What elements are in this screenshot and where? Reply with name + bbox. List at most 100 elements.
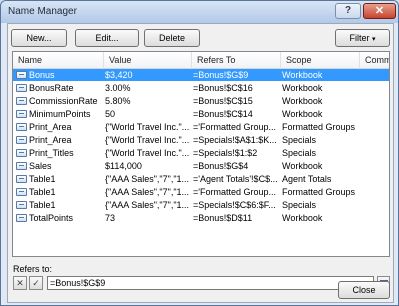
cell-value: 3.00%: [105, 83, 131, 93]
cell-name: MinimumPoints: [29, 109, 91, 119]
named-range-icon: [16, 162, 27, 170]
list-item[interactable]: BonusRate 3.00% =Bonus!$C$16 Workbook: [13, 82, 389, 94]
cell-scope: Workbook: [282, 96, 323, 106]
cell-scope: Workbook: [282, 161, 323, 171]
cell-scope: Workbook: [282, 83, 323, 93]
title-bar: Name Manager ? ✕: [1, 1, 398, 23]
name-manager-window: Name Manager ? ✕ New... Edit... Delete F…: [0, 0, 399, 306]
named-range-icon: [16, 201, 27, 209]
close-button[interactable]: Close: [338, 281, 390, 299]
list-item[interactable]: Print_Titles {"World Travel Inc."... =Spec…: [13, 147, 389, 159]
named-range-icon: [16, 97, 27, 105]
cell-name: Print_Area: [29, 122, 72, 132]
list-item[interactable]: Table1 {"AAA Sales","7","1... ='Agent Tota…: [13, 173, 389, 185]
cell-value: $3,420: [105, 70, 133, 80]
cell-value: {"AAA Sales","7","1...: [105, 200, 190, 210]
new-button[interactable]: New...: [11, 29, 67, 47]
cell-refers-to: =Bonus!$G$4: [193, 161, 249, 171]
window-title: Name Manager: [8, 6, 77, 17]
cell-scope: Workbook: [282, 109, 323, 119]
cell-scope: Agent Totals: [282, 174, 332, 184]
named-range-icon: [16, 188, 27, 196]
cell-value: {"World Travel Inc."...: [105, 122, 190, 132]
cell-name: Print_Titles: [29, 148, 74, 158]
edit-button[interactable]: Edit...: [75, 29, 139, 47]
column-header-refers-to[interactable]: Refers To: [192, 52, 281, 69]
column-header-comment[interactable]: Commer: [360, 52, 389, 69]
cell-name: Print_Area: [29, 135, 72, 145]
cell-name: CommissionRate: [29, 96, 98, 106]
cell-value: 50: [105, 109, 116, 119]
list-header: Name Value Refers To Scope Commer: [13, 52, 389, 69]
list-item[interactable]: Table1 {"AAA Sales","7","1... =Specials!$C…: [13, 199, 389, 211]
named-range-icon: [16, 136, 27, 144]
cell-refers-to: =Bonus!$C$14: [193, 109, 253, 119]
list-item[interactable]: Print_Area {"World Travel Inc."... ='Forma…: [13, 121, 389, 133]
list-item[interactable]: Sales $114,000 =Bonus!$G$4 Workbook: [13, 160, 389, 172]
cell-name: Bonus: [29, 70, 55, 80]
dialog-body: New... Edit... Delete Filter ▾ Name Valu…: [7, 23, 394, 303]
cell-refers-to: =Bonus!$C$15: [193, 96, 253, 106]
column-header-scope[interactable]: Scope: [281, 52, 360, 69]
cell-value: {"World Travel Inc."...: [105, 148, 190, 158]
cell-scope: Formatted Groups: [282, 187, 356, 197]
list-item[interactable]: CommissionRate 5.80% =Bonus!$C$15 Workbook: [13, 95, 389, 107]
cell-value: $114,000: [105, 161, 142, 171]
close-button-label: Close: [352, 285, 376, 295]
named-range-icon: [16, 149, 27, 157]
chevron-down-icon: ▾: [372, 36, 376, 43]
named-range-icon: [16, 84, 27, 92]
cell-name: Table1: [29, 200, 56, 210]
list-item[interactable]: Print_Area {"World Travel Inc."... =Specia…: [13, 134, 389, 146]
cell-refers-to: ='Formatted Group...: [193, 122, 277, 132]
cell-value: 5.80%: [105, 96, 131, 106]
cell-name: BonusRate: [29, 83, 74, 93]
cell-value: {"AAA Sales","7","1...: [105, 187, 190, 197]
cell-refers-to: ='Formatted Group...: [193, 187, 277, 197]
cell-scope: Workbook: [282, 213, 323, 223]
new-button-label: New...: [26, 33, 52, 43]
cell-refers-to: =Bonus!$G$9: [193, 70, 249, 80]
cell-name: Table1: [29, 187, 56, 197]
list-item[interactable]: MinimumPoints 50 =Bonus!$C$14 Workbook: [13, 108, 389, 120]
cell-refers-to: =Specials!$C$6:$F...: [193, 200, 276, 210]
edit-button-label: Edit...: [95, 33, 119, 43]
cell-scope: Workbook: [282, 70, 323, 80]
accept-edit-button[interactable]: ✓: [29, 276, 43, 290]
cell-refers-to: ='Agent Totals'!$C$...: [193, 174, 278, 184]
delete-button[interactable]: Delete: [144, 29, 200, 47]
cell-refers-to: =Specials!$1:$2: [193, 148, 258, 158]
cell-name: TotalPoints: [29, 213, 74, 223]
cell-value: {"World Travel Inc."...: [105, 135, 190, 145]
cell-scope: Specials: [282, 200, 317, 210]
named-range-icon: [16, 71, 27, 79]
cell-value: 73: [105, 213, 116, 223]
named-range-icon: [16, 123, 27, 131]
column-header-name[interactable]: Name: [13, 52, 104, 69]
filter-button-label: Filter: [349, 33, 370, 43]
named-range-icon: [16, 175, 27, 183]
cancel-edit-button[interactable]: ✕: [13, 276, 27, 290]
names-list[interactable]: Name Value Refers To Scope Commer Bonus $…: [12, 51, 390, 257]
cell-refers-to: =Specials!$A$1:$K...: [193, 135, 277, 145]
cell-name: Table1: [29, 174, 56, 184]
column-header-value[interactable]: Value: [104, 52, 192, 69]
list-item[interactable]: TotalPoints 73 =Bonus!$D$11 Workbook: [13, 212, 389, 224]
refers-to-input[interactable]: =Bonus!$G$9: [47, 276, 374, 290]
cell-scope: Specials: [282, 148, 317, 158]
filter-button[interactable]: Filter ▾: [335, 29, 390, 47]
cell-refers-to: =Bonus!$C$16: [193, 83, 253, 93]
cell-scope: Formatted Groups: [282, 122, 356, 132]
cell-scope: Specials: [282, 135, 317, 145]
close-window-button[interactable]: ✕: [363, 3, 396, 19]
delete-button-label: Delete: [158, 33, 185, 43]
named-range-icon: [16, 214, 27, 222]
cell-name: Sales: [29, 161, 52, 171]
cell-value: {"AAA Sales","7","1...: [105, 174, 190, 184]
list-item[interactable]: Table1 {"AAA Sales","7","1... ='Formatted …: [13, 186, 389, 198]
help-button[interactable]: ?: [335, 3, 361, 19]
list-item[interactable]: Bonus $3,420 =Bonus!$G$9 Workbook: [13, 69, 389, 81]
refers-to-bar: ✕ ✓ =Bonus!$G$9: [13, 276, 390, 292]
refers-to-label: Refers to:: [13, 264, 53, 274]
cell-refers-to: =Bonus!$D$11: [193, 213, 253, 223]
